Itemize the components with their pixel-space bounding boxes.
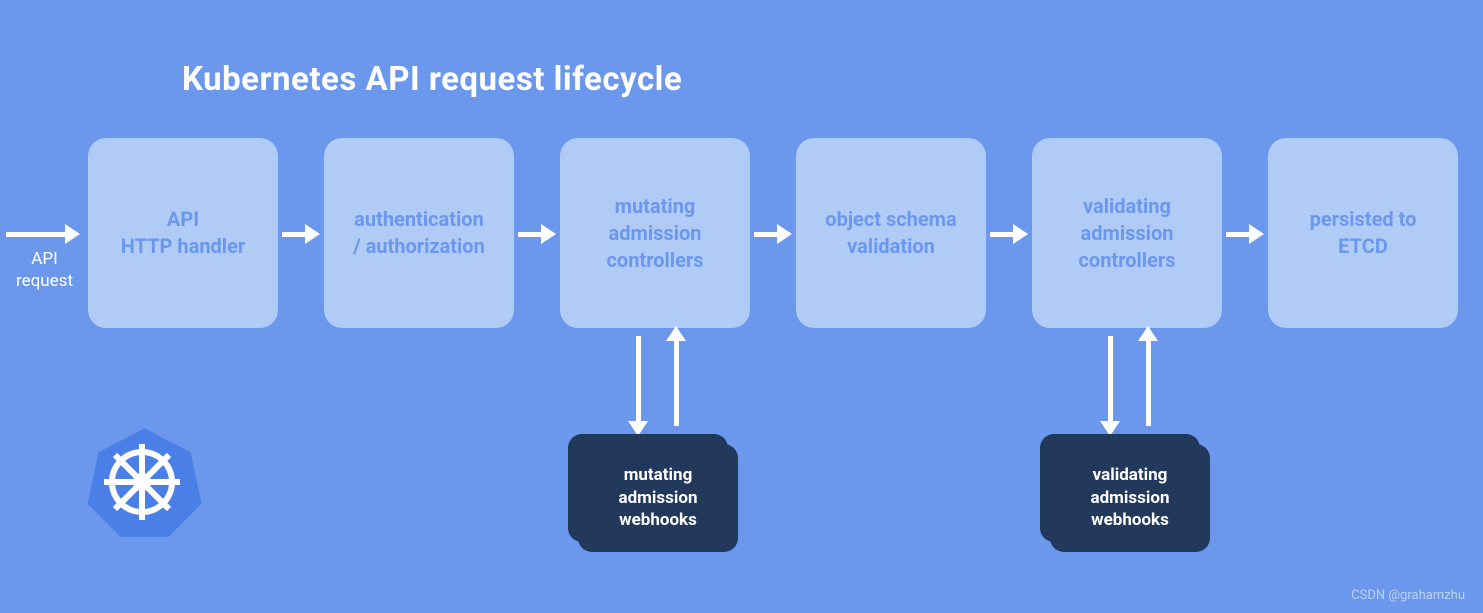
stage-api-http-handler: APIHTTP handler	[88, 138, 278, 328]
kubernetes-logo-icon	[82, 420, 202, 540]
stage-persisted-to-etcd: persisted toETCD	[1268, 138, 1458, 328]
bidirectional-arrow-icon	[618, 328, 698, 434]
webhook-label: validatingadmissionwebhooks	[1091, 464, 1170, 533]
webhook-label: mutatingadmissionwebhooks	[619, 464, 698, 533]
stage-label: authentication/ authorization	[353, 206, 485, 260]
stage-label: mutatingadmissioncontrollers	[607, 193, 704, 274]
webhook-validating-admission-webhooks: validatingadmissionwebhooks	[1040, 434, 1210, 552]
arrow-icon	[754, 232, 782, 237]
stage-label: APIHTTP handler	[121, 206, 245, 260]
stage-label: persisted toETCD	[1310, 206, 1417, 260]
arrow-icon	[6, 232, 70, 237]
stage-authentication-authorization: authentication/ authorization	[324, 138, 514, 328]
stage-validating-admission-controllers: validatingadmissioncontrollers	[1032, 138, 1222, 328]
arrow-icon	[990, 232, 1018, 237]
stage-mutating-admission-controllers: mutatingadmissioncontrollers	[560, 138, 750, 328]
bidirectional-arrow-icon	[1090, 328, 1170, 434]
arrow-icon	[1226, 232, 1254, 237]
stage-label: object schemavalidation	[825, 206, 956, 260]
stage-object-schema-validation: object schemavalidation	[796, 138, 986, 328]
diagram-title: Kubernetes API request lifecycle	[182, 60, 682, 99]
arrow-icon	[282, 232, 310, 237]
stage-label: validatingadmissioncontrollers	[1079, 193, 1176, 274]
watermark-text: CSDN @grahamzhu	[1351, 588, 1465, 603]
arrow-icon	[518, 232, 546, 237]
entry-label: APIrequest	[16, 248, 73, 292]
webhook-mutating-admission-webhooks: mutatingadmissionwebhooks	[568, 434, 738, 552]
